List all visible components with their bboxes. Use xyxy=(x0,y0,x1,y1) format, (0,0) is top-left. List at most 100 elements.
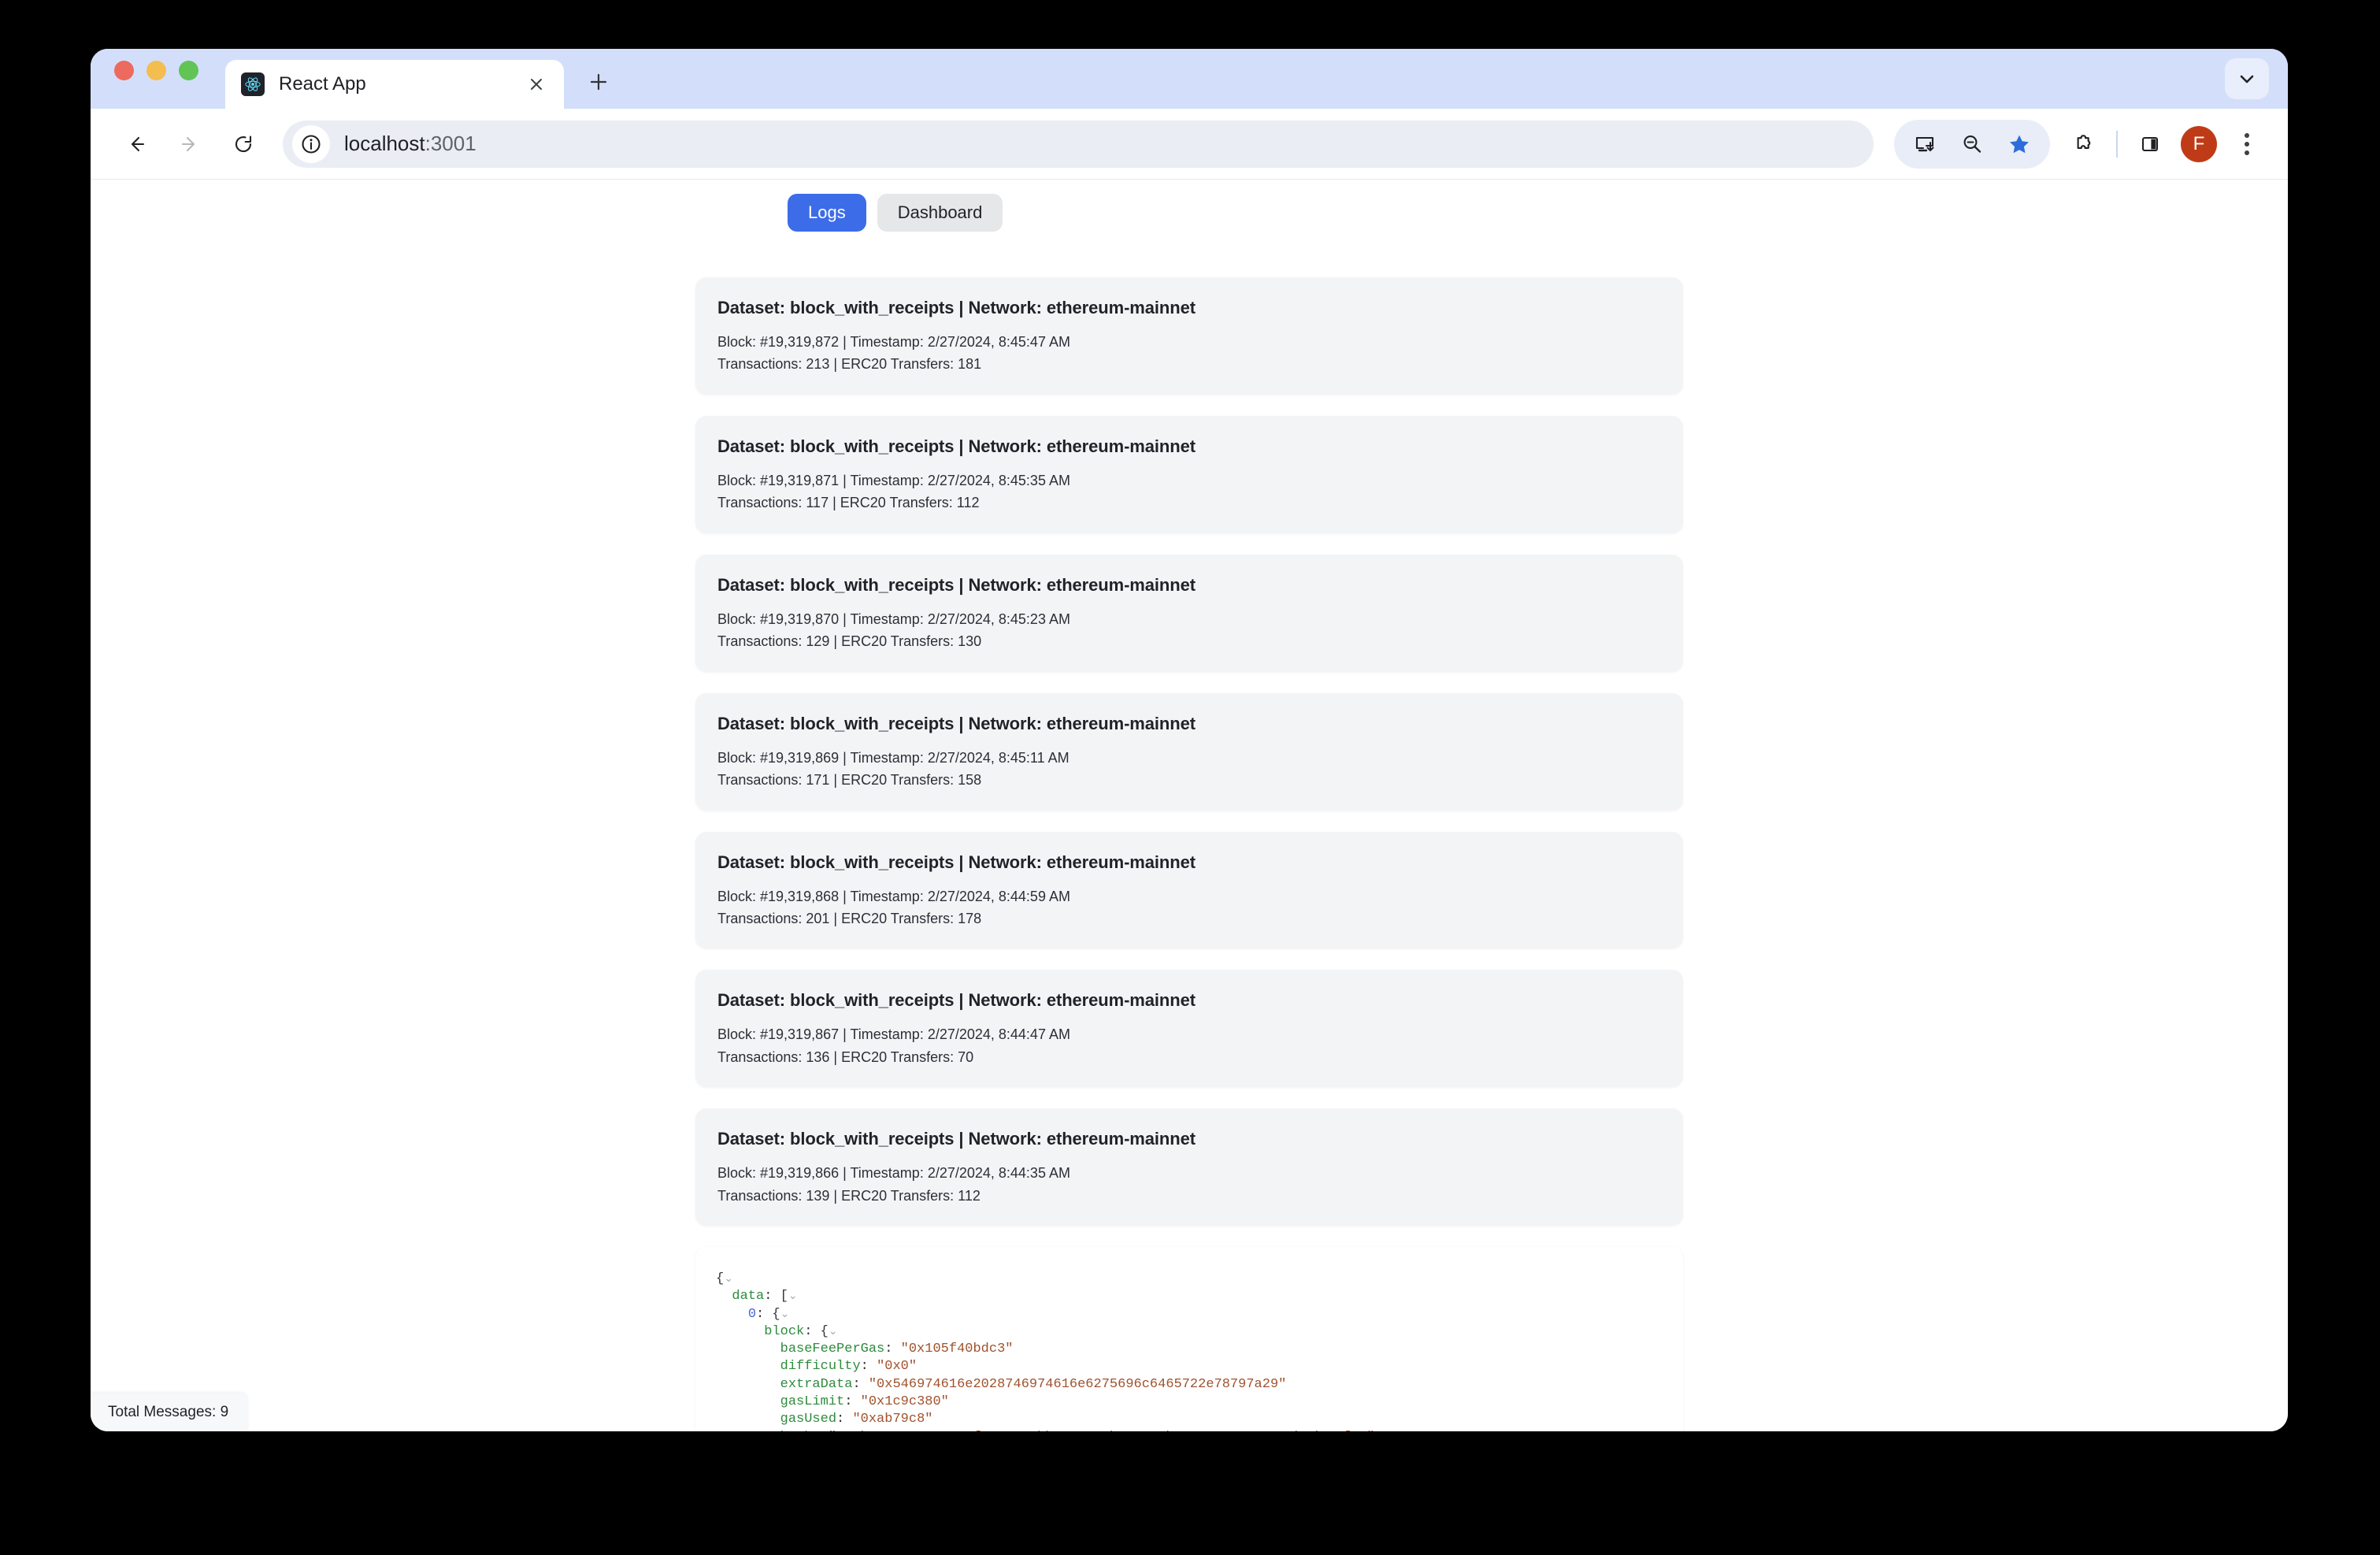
close-icon[interactable] xyxy=(523,71,550,98)
json-viewer[interactable]: {⌄ data: [⌄ 0: {⌄ block: {⌄ baseFeePerGa… xyxy=(695,1247,1683,1431)
tab-dashboard[interactable]: Dashboard xyxy=(877,194,1003,232)
browser-toolbar: localhost:3001 F xyxy=(91,109,2288,180)
arrow-right-icon[interactable] xyxy=(168,122,212,166)
three-dots-vertical-icon[interactable] xyxy=(2226,124,2267,165)
log-card-tx-line: Transactions: 139 | ERC20 Transfers: 112 xyxy=(717,1187,981,1204)
log-card-block-line: Block: #19,319,869 | Timestamp: 2/27/202… xyxy=(717,749,1070,766)
log-card-block-line: Block: #19,319,871 | Timestamp: 2/27/202… xyxy=(717,472,1070,488)
log-card-tx-line: Transactions: 136 | ERC20 Transfers: 70 xyxy=(717,1048,974,1065)
json-node-row[interactable]: data: [⌄ xyxy=(716,1288,1663,1305)
json-key-value-row[interactable]: gasUsed: "0xab79c8" xyxy=(716,1411,1663,1428)
browser-tab-react-app[interactable]: React App xyxy=(225,60,564,109)
toolbar-action-pill xyxy=(1894,119,2050,169)
collapse-chevron-icon[interactable]: ⌄ xyxy=(829,1324,838,1337)
json-node-row[interactable]: 0: {⌄ xyxy=(716,1306,1663,1323)
json-array-index: 0 xyxy=(747,1306,757,1322)
json-bracket: { xyxy=(716,1271,725,1287)
json-key-value-row[interactable]: gasLimit: "0x1c9c380" xyxy=(716,1394,1663,1411)
json-key: data xyxy=(732,1289,765,1304)
json-colon: : xyxy=(884,1342,901,1357)
log-card-tx-line: Transactions: 129 | ERC20 Transfers: 130 xyxy=(717,633,982,650)
zoom-out-magnifier-icon[interactable] xyxy=(1952,124,1992,164)
chevron-down-icon[interactable] xyxy=(2225,58,2269,99)
log-card-title: Dataset: block_with_receipts | Network: … xyxy=(717,852,1196,872)
json-string-value: "0x105f40bdc3" xyxy=(900,1342,1014,1357)
json-key: hash xyxy=(780,1430,813,1431)
tab-strip: React App xyxy=(91,49,2288,109)
page-viewport: Logs Dashboard Dataset: block_with_recei… xyxy=(91,180,2288,1431)
dot xyxy=(2245,150,2249,155)
puzzle-piece-icon[interactable] xyxy=(2064,124,2104,164)
json-key-value-row[interactable]: difficulty: "0x0" xyxy=(716,1358,1663,1375)
log-card-title: Dataset: block_with_receipts | Network: … xyxy=(717,990,1196,1011)
log-card-tx-line: Transactions: 213 | ERC20 Transfers: 181 xyxy=(717,356,982,373)
minimize-window-button[interactable] xyxy=(146,60,166,80)
json-key-value-row[interactable]: hash: "0xeb60e74419e5c7cfa014e3ebb91a601… xyxy=(716,1429,1663,1431)
browser-tab-title: React App xyxy=(279,73,366,95)
log-card[interactable]: Dataset: block_with_receipts | Network: … xyxy=(695,415,1683,533)
json-key: baseFeePerGas xyxy=(780,1342,885,1357)
avatar[interactable]: F xyxy=(2181,125,2217,162)
log-card[interactable]: Dataset: block_with_receipts | Network: … xyxy=(695,277,1683,395)
json-colon: : xyxy=(804,1323,821,1339)
collapse-chevron-icon[interactable]: ⌄ xyxy=(724,1271,733,1284)
collapse-chevron-icon[interactable]: ⌄ xyxy=(780,1307,790,1319)
dot xyxy=(2245,132,2249,138)
url-host: localhost xyxy=(344,132,425,155)
json-key: extraData xyxy=(780,1376,853,1392)
log-card[interactable]: Dataset: block_with_receipts | Network: … xyxy=(695,692,1683,811)
star-filled-icon[interactable] xyxy=(2000,124,2039,164)
log-card[interactable]: Dataset: block_with_receipts | Network: … xyxy=(695,831,1683,949)
address-bar[interactable]: localhost:3001 xyxy=(283,120,1874,168)
collapse-chevron-icon[interactable]: ⌄ xyxy=(788,1289,798,1301)
log-card-block-line: Block: #19,319,868 | Timestamp: 2/27/202… xyxy=(717,888,1070,904)
log-card[interactable]: Dataset: block_with_receipts | Network: … xyxy=(695,1108,1683,1227)
json-key-value-row[interactable]: extraData: "0x546974616e2028746974616e62… xyxy=(716,1376,1663,1394)
log-card[interactable]: Dataset: block_with_receipts | Network: … xyxy=(695,970,1683,1088)
log-card-title: Dataset: block_with_receipts | Network: … xyxy=(717,298,1196,317)
json-string-value: "0xeb60e74419e5c7cfa014e3ebb91a6017be797… xyxy=(829,1430,1375,1431)
log-card-title: Dataset: block_with_receipts | Network: … xyxy=(717,713,1196,733)
install-app-icon[interactable] xyxy=(1905,124,1944,164)
tab-logs[interactable]: Logs xyxy=(788,194,866,232)
json-colon: : xyxy=(860,1359,877,1375)
address-bar-url: localhost:3001 xyxy=(344,132,476,156)
log-card[interactable]: Dataset: block_with_receipts | Network: … xyxy=(695,554,1683,672)
json-colon: : xyxy=(852,1376,869,1392)
json-node-row[interactable]: {⌄ xyxy=(716,1271,1663,1288)
react-logo-icon xyxy=(241,72,265,96)
json-bracket: [ xyxy=(780,1289,788,1304)
json-bracket: { xyxy=(820,1323,829,1339)
log-card-title: Dataset: block_with_receipts | Network: … xyxy=(717,574,1196,595)
json-colon: : xyxy=(836,1412,853,1427)
dot xyxy=(2245,141,2249,147)
json-key-value-row[interactable]: baseFeePerGas: "0x105f40bdc3" xyxy=(716,1341,1663,1358)
json-key: gasLimit xyxy=(780,1394,845,1409)
json-key: block xyxy=(764,1323,805,1339)
log-card-block-line: Block: #19,319,867 | Timestamp: 2/27/202… xyxy=(717,1026,1070,1043)
window-traffic-lights xyxy=(114,49,198,109)
maximize-window-button[interactable] xyxy=(179,60,198,80)
log-card-block-line: Block: #19,319,866 | Timestamp: 2/27/202… xyxy=(717,1165,1070,1182)
arrow-left-icon[interactable] xyxy=(114,122,158,166)
toolbar-actions: F xyxy=(1894,119,2267,169)
log-card-tx-line: Transactions: 171 | ERC20 Transfers: 158 xyxy=(717,772,982,789)
json-string-value: "0x1c9c380" xyxy=(860,1394,949,1409)
json-string-value: "0x0" xyxy=(877,1359,918,1375)
json-colon: : xyxy=(844,1394,861,1409)
reload-icon[interactable] xyxy=(221,122,265,166)
json-string-value: "0x546974616e2028746974616e6275696c64657… xyxy=(868,1376,1287,1392)
plus-icon[interactable] xyxy=(581,65,616,99)
side-panel-icon[interactable] xyxy=(2130,124,2170,164)
close-window-button[interactable] xyxy=(114,60,134,80)
info-circle-icon[interactable] xyxy=(292,124,330,163)
log-card-tx-line: Transactions: 201 | ERC20 Transfers: 178 xyxy=(717,910,982,926)
json-node-row[interactable]: block: {⌄ xyxy=(716,1323,1663,1341)
